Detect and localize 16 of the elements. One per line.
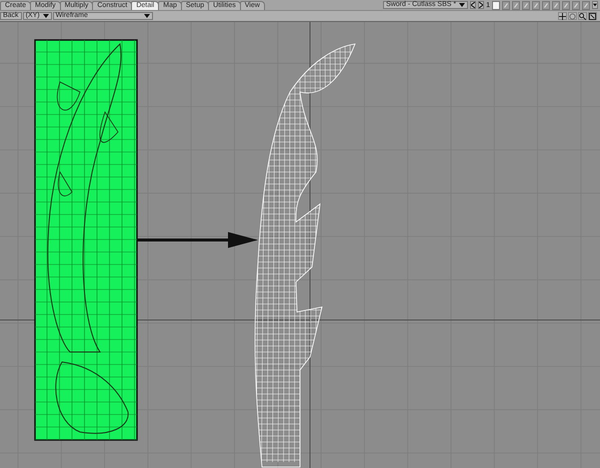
move-icon[interactable]	[558, 12, 567, 20]
layer-button[interactable]	[492, 0, 500, 10]
next-layer-button[interactable]	[478, 1, 484, 9]
layer-button[interactable]	[522, 0, 530, 10]
caret-icon	[144, 14, 150, 18]
previous-layer-button[interactable]	[470, 1, 476, 9]
zoom-icon[interactable]	[578, 12, 587, 20]
caret-icon	[459, 3, 466, 7]
maximize-icon[interactable]	[588, 12, 597, 20]
layer-button[interactable]	[532, 0, 540, 10]
layer-button[interactable]	[512, 0, 520, 10]
caret-icon	[42, 14, 49, 18]
layer-button[interactable]	[502, 0, 510, 10]
caret-icon	[593, 3, 597, 7]
layers-dropdown-button[interactable]	[592, 1, 598, 9]
layer-button[interactable]	[542, 0, 550, 10]
